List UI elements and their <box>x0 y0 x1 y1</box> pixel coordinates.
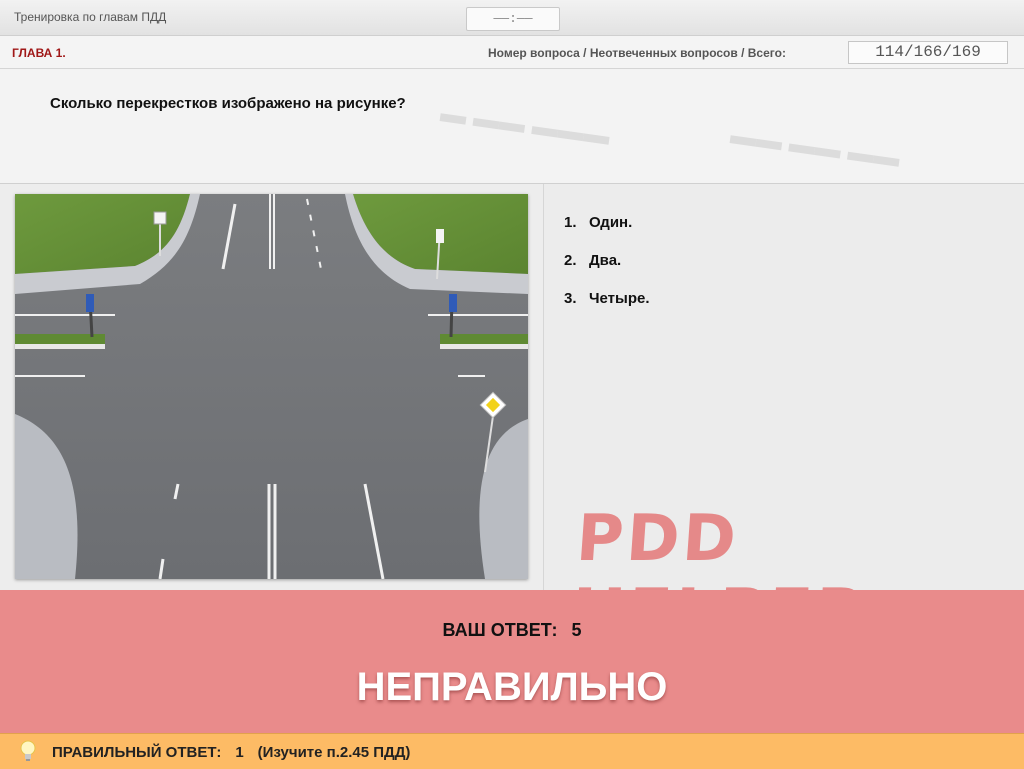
answer-option[interactable]: 1. Один. <box>564 214 632 231</box>
verdict-text: НЕПРАВИЛЬНО <box>356 665 668 709</box>
answer-option[interactable]: 2. Два. <box>564 252 621 269</box>
correct-answer-bar: ПРАВИЛЬНЫЙ ОТВЕТ: 1 (Изучите п.2.45 ПДД) <box>0 733 1024 769</box>
question-area: Сколько перекрестков изображено на рисун… <box>0 69 1024 184</box>
answer-option[interactable]: 3. Четыре. <box>564 290 650 307</box>
question-counter-label: Номер вопроса / Неотвеченных вопросов / … <box>488 46 786 60</box>
question-image-panel <box>0 184 544 590</box>
answers-panel: 1.Один. 2.Два. 3.Четыре. PDD HELPER <box>544 184 1024 650</box>
lightbulb-icon <box>20 740 36 761</box>
correct-answer-text: ПРАВИЛЬНЫЙ ОТВЕТ: 1 (Изучите п.2.45 ПДД) <box>52 744 424 761</box>
result-panel: ВАШ ОТВЕТ: 5 НЕПРАВИЛЬНО <box>0 590 1024 733</box>
chapter-bar: ГЛАВА 1. Номер вопроса / Неотвеченных во… <box>0 36 1024 69</box>
correct-answer-label: ПРАВИЛЬНЫЙ ОТВЕТ: <box>52 744 222 761</box>
your-answer-label: ВАШ ОТВЕТ: <box>442 620 558 640</box>
ghost-watermark: ▬▬ ▬▬ ▬▬ <box>728 119 902 173</box>
your-answer: ВАШ ОТВЕТ: 5 <box>0 620 1024 641</box>
answer-text: Два. <box>589 252 622 269</box>
your-answer-value: 5 <box>571 620 582 640</box>
ghost-watermark: ▬ ▬▬ ▬▬▬ <box>438 97 612 151</box>
title-bar: Тренировка по главам ПДД ——:—— <box>0 0 1024 36</box>
question-text: Сколько перекрестков изображено на рисун… <box>50 95 406 112</box>
answer-text: Один. <box>589 214 633 231</box>
answer-number: 1. <box>564 214 577 231</box>
chapter-label: ГЛАВА 1. <box>12 46 66 60</box>
intersection-image <box>15 194 528 579</box>
timer-display: ——:—— <box>466 7 560 31</box>
answer-number: 2. <box>564 252 577 269</box>
question-counter: 114/166/169 <box>848 41 1008 64</box>
answer-number: 3. <box>564 290 577 307</box>
rule-reference[interactable]: (Изучите п.2.45 ПДД) <box>258 744 411 761</box>
answer-text: Четыре. <box>589 290 650 307</box>
app-title: Тренировка по главам ПДД <box>14 10 167 24</box>
correct-answer-value: 1 <box>235 744 244 761</box>
